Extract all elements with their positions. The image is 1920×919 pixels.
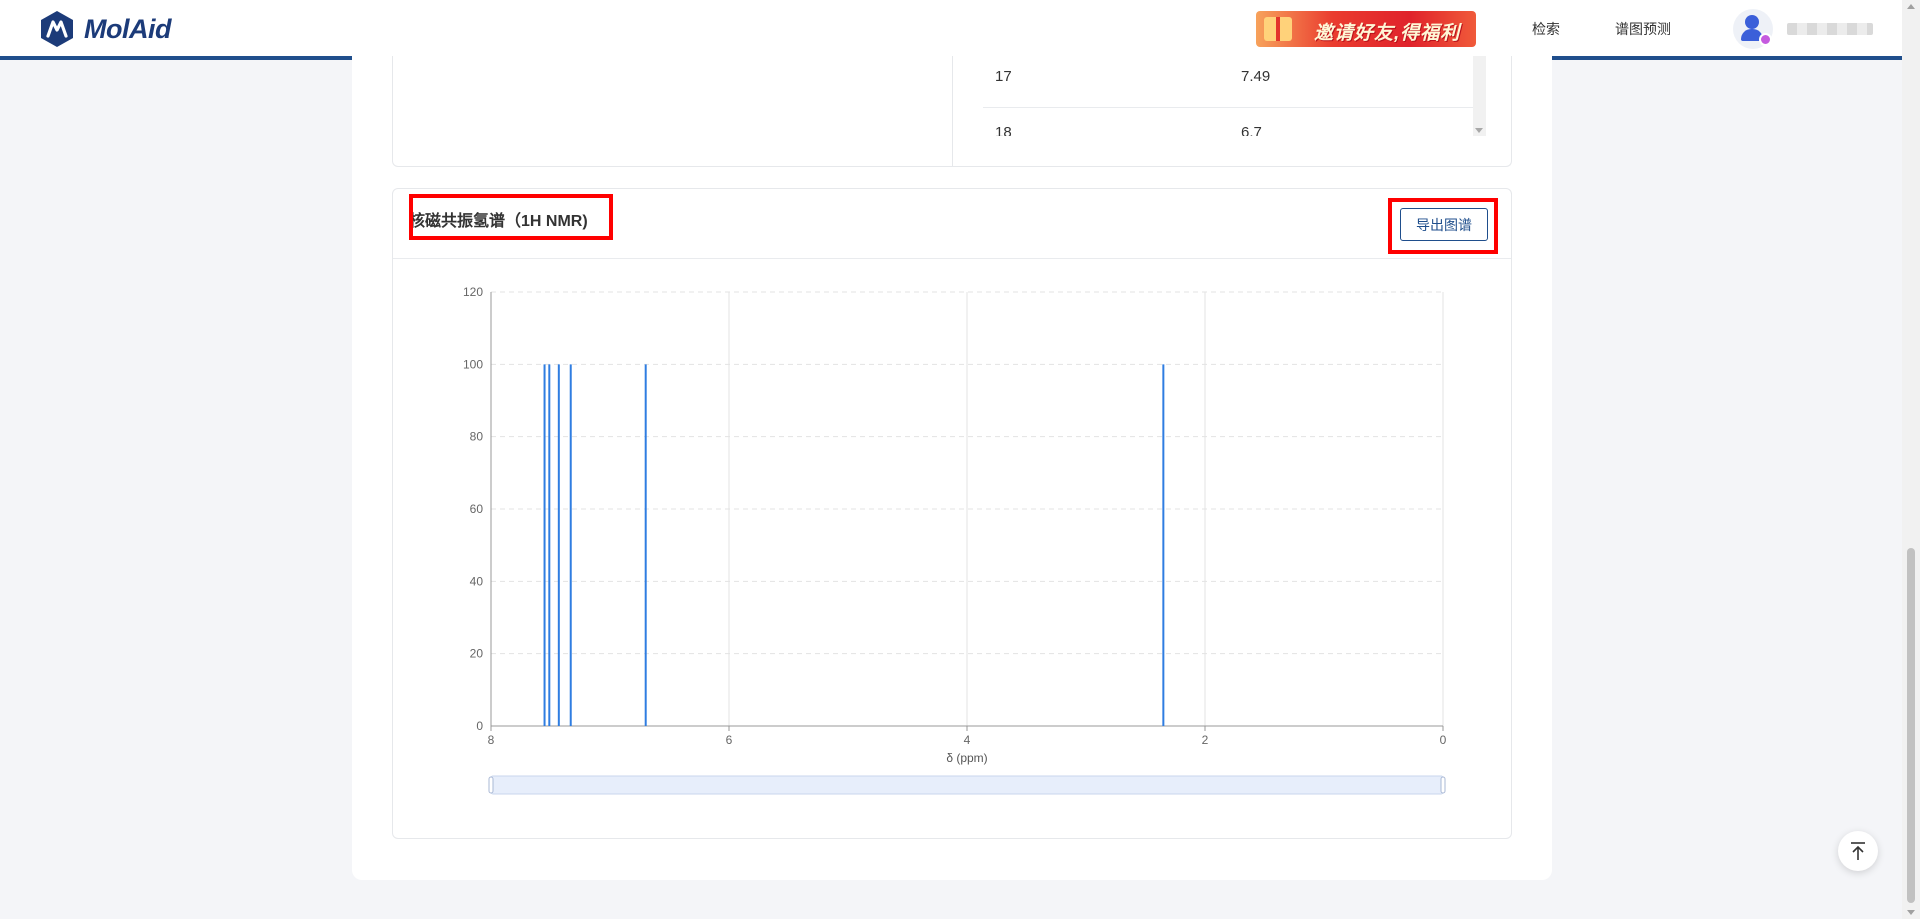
highlight-box-export — [1388, 198, 1498, 254]
molaid-logo-icon — [41, 11, 73, 47]
x-tick-label: 8 — [488, 733, 495, 747]
table-row: 17 7.49 — [983, 56, 1473, 108]
invite-friends-banner[interactable]: 邀请好友,得福利 — [1256, 11, 1476, 47]
gift-icon — [1264, 17, 1292, 41]
y-tick-label: 120 — [463, 285, 483, 299]
nmr-card-header: 核磁共振氢谱（1H NMR) 导出图谱 — [393, 189, 1511, 259]
x-tick-label: 6 — [726, 733, 733, 747]
peak-index: 17 — [995, 68, 1012, 85]
zoom-handle-right — [1440, 776, 1446, 794]
peak-index: 18 — [995, 124, 1012, 136]
y-tick-label: 20 — [470, 647, 484, 661]
scroll-down-arrow-icon[interactable] — [1475, 128, 1483, 133]
table-scrollbar[interactable] — [1473, 56, 1486, 136]
structure-and-peak-card: 17 7.49 18 6.7 — [392, 56, 1512, 167]
x-tick-label: 2 — [1202, 733, 1209, 747]
y-tick-label: 60 — [470, 502, 484, 516]
banner-text: 邀请好友,得福利 — [1314, 23, 1461, 44]
logo[interactable]: MolAid — [38, 10, 171, 48]
zoom-handle-left — [488, 776, 494, 794]
scroll-up-arrow-icon[interactable] — [1907, 4, 1915, 9]
peak-shift: 7.49 — [1241, 68, 1271, 85]
x-axis-label: δ (ppm) — [946, 751, 987, 765]
x-tick-label: 0 — [1440, 733, 1447, 747]
y-tick-label: 40 — [470, 574, 484, 588]
nmr-chart[interactable]: 0204060801001208 6 4 2 0δ (ppm) — [393, 259, 1511, 839]
zoom-slider-track — [490, 775, 1444, 795]
x-tick-label: 4 — [964, 733, 971, 747]
arrow-up-icon — [1851, 842, 1865, 860]
y-tick-label: 80 — [470, 430, 484, 444]
logo-text: MolAid — [84, 13, 171, 44]
username-redacted — [1787, 23, 1873, 35]
peak-shift: 6.7 — [1241, 124, 1262, 136]
table-row: 18 6.7 — [983, 108, 1473, 136]
nav-search[interactable]: 检索 — [1532, 19, 1560, 39]
peak-table[interactable]: 17 7.49 18 6.7 — [983, 56, 1473, 136]
nav-spectrum-prediction[interactable]: 谱图预测 — [1615, 19, 1671, 39]
y-tick-label: 100 — [463, 357, 483, 371]
top-header: MolAid 邀请好友,得福利 检索 谱图预测 — [0, 0, 1902, 60]
scroll-down-arrow-icon[interactable] — [1907, 910, 1915, 915]
page-scrollbar[interactable] — [1902, 0, 1920, 919]
vip-badge-icon — [1759, 33, 1772, 46]
highlight-box-title — [409, 194, 613, 240]
scrollbar-thumb[interactable] — [1907, 548, 1915, 903]
user-avatar[interactable] — [1733, 9, 1773, 49]
card-divider — [952, 56, 953, 166]
y-tick-label: 0 — [476, 719, 483, 733]
back-to-top-button[interactable] — [1838, 831, 1878, 871]
user-icon — [1745, 15, 1759, 29]
nmr-spectrum-card: 核磁共振氢谱（1H NMR) 导出图谱 0 20 40 60 80 100 120 8 6 4 2 0… — [392, 188, 1512, 839]
